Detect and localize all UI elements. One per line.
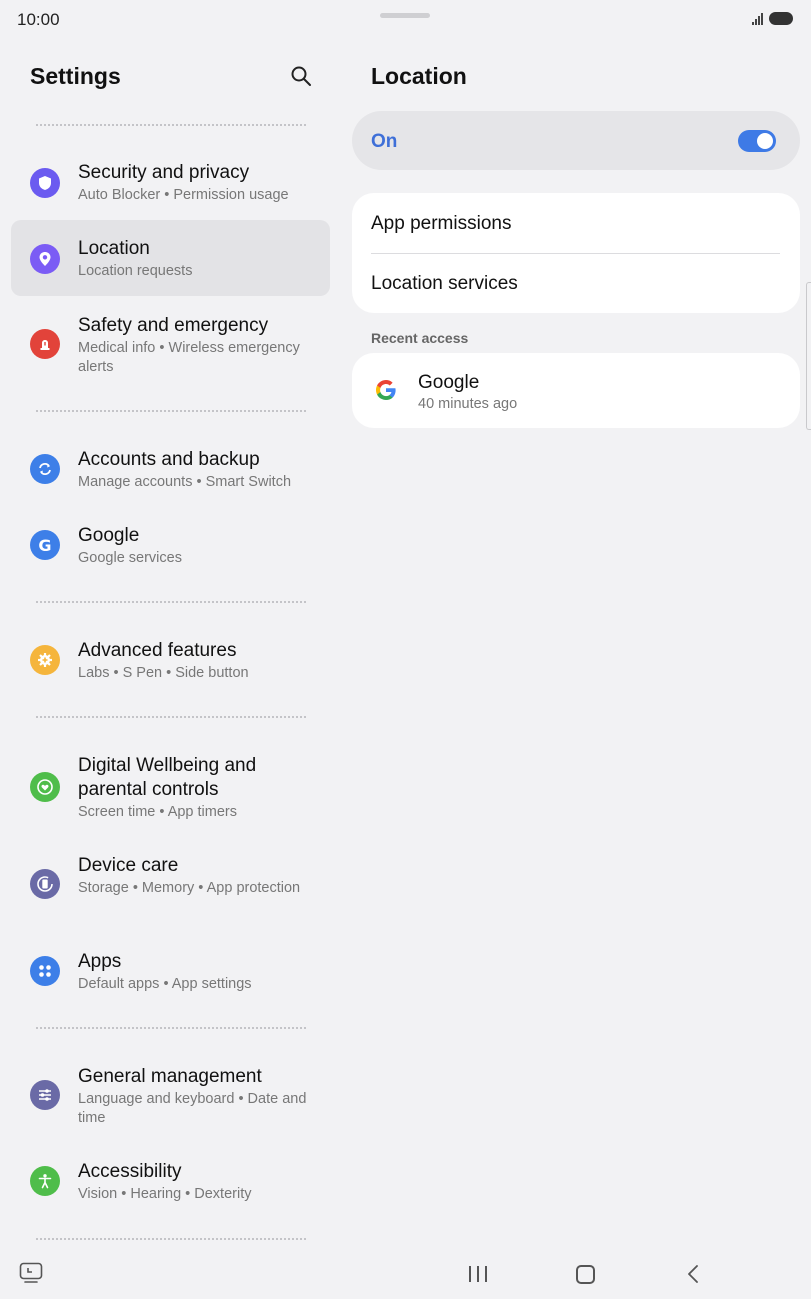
item-title: General management (78, 1066, 262, 1087)
signal-icon (752, 12, 763, 25)
shield-icon (30, 168, 60, 198)
settings-item-accessibility[interactable]: Accessibility Vision • Hearing • Dexteri… (11, 1146, 330, 1216)
settings-item-advanced-features[interactable]: Advanced features Labs • S Pen • Side bu… (11, 625, 330, 695)
recent-app-name: Google (418, 372, 480, 393)
toggle-label: On (371, 131, 398, 152)
gear-plus-icon (30, 645, 60, 675)
settings-item-device-care[interactable]: Device care Storage • Memory • App prote… (11, 840, 330, 930)
app-permissions-item[interactable]: App permissions (371, 213, 511, 235)
settings-title: Settings (30, 63, 121, 89)
item-subtitle: Screen time • App timers (78, 804, 237, 820)
settings-item-accounts-backup[interactable]: Accounts and backup Manage accounts • Sm… (11, 434, 330, 504)
item-subtitle: Location requests (78, 263, 193, 279)
recent-access-item-google[interactable]: Google 40 minutes ago (352, 353, 800, 428)
keyboard-toggle-icon[interactable] (19, 1262, 43, 1284)
google-logo-icon (376, 380, 396, 400)
location-options-card: App permissions Location services (352, 193, 800, 313)
settings-item-safety-emergency[interactable]: Safety and emergency Medical info • Wire… (11, 300, 330, 386)
recent-apps-button[interactable] (469, 1266, 487, 1282)
settings-list-panel: Settings Security and privacy Auto Block… (0, 0, 341, 1299)
alert-icon (30, 329, 60, 359)
location-services-item[interactable]: Location services (371, 273, 518, 295)
back-button[interactable] (686, 1264, 700, 1284)
apps-grid-icon (30, 956, 60, 986)
google-g-icon: G (30, 530, 60, 560)
settings-item-digital-wellbeing[interactable]: Digital Wellbeing and parental controls … (11, 740, 330, 834)
item-title: Safety and emergency (78, 315, 269, 336)
item-title: Accessibility (78, 1161, 182, 1182)
toggle-knob (757, 133, 773, 149)
settings-item-google[interactable]: G Google Google services (11, 510, 330, 580)
item-subtitle: Storage • Memory • App protection (78, 880, 301, 896)
location-pin-icon (30, 244, 60, 274)
sync-icon (30, 454, 60, 484)
item-title: Digital Wellbeing and parental controls (78, 755, 257, 800)
settings-item-location[interactable]: Location Location requests (11, 220, 330, 296)
item-subtitle: Google services (78, 550, 182, 566)
device-care-icon (30, 869, 60, 899)
item-title: Device care (78, 855, 179, 876)
item-title: Security and privacy (78, 162, 250, 183)
accessibility-icon (30, 1166, 60, 1196)
group-divider (36, 716, 306, 718)
item-title: Location (78, 238, 150, 259)
item-subtitle: Default apps • App settings (78, 976, 252, 992)
heart-ring-icon (30, 772, 60, 802)
item-subtitle: Labs • S Pen • Side button (78, 665, 249, 681)
item-subtitle: Medical info • Wireless emergency alerts (78, 340, 300, 375)
settings-item-general-management[interactable]: General management Language and keyboard… (11, 1051, 330, 1141)
settings-item-security-privacy[interactable]: Security and privacy Auto Blocker • Perm… (11, 147, 330, 217)
status-icons (752, 12, 793, 25)
item-subtitle: Auto Blocker • Permission usage (78, 187, 289, 203)
group-divider (36, 410, 306, 412)
group-divider (36, 1027, 306, 1029)
location-toggle-row[interactable]: On (352, 111, 800, 170)
scrollbar[interactable] (806, 282, 811, 430)
recent-access-header: Recent access (371, 330, 469, 346)
item-title: Accounts and backup (78, 449, 260, 470)
settings-item-apps[interactable]: Apps Default apps • App settings (11, 936, 330, 1006)
group-divider (36, 601, 306, 603)
group-divider (36, 124, 306, 126)
item-title: Google (78, 525, 140, 546)
location-toggle-switch[interactable] (738, 130, 776, 152)
item-subtitle: Language and keyboard • Date and time (78, 1091, 307, 1126)
battery-icon (769, 12, 793, 25)
group-divider (36, 1238, 306, 1240)
item-title: Apps (78, 951, 122, 972)
location-page-title: Location (371, 63, 467, 89)
drag-handle[interactable] (380, 13, 430, 18)
home-button[interactable] (576, 1265, 595, 1284)
search-icon[interactable] (289, 64, 313, 88)
recent-app-time: 40 minutes ago (418, 396, 518, 412)
sliders-icon (30, 1080, 60, 1110)
item-subtitle: Manage accounts • Smart Switch (78, 474, 292, 490)
item-title: Advanced features (78, 640, 237, 661)
item-subtitle: Vision • Hearing • Dexterity (78, 1186, 252, 1202)
row-divider (371, 253, 780, 254)
